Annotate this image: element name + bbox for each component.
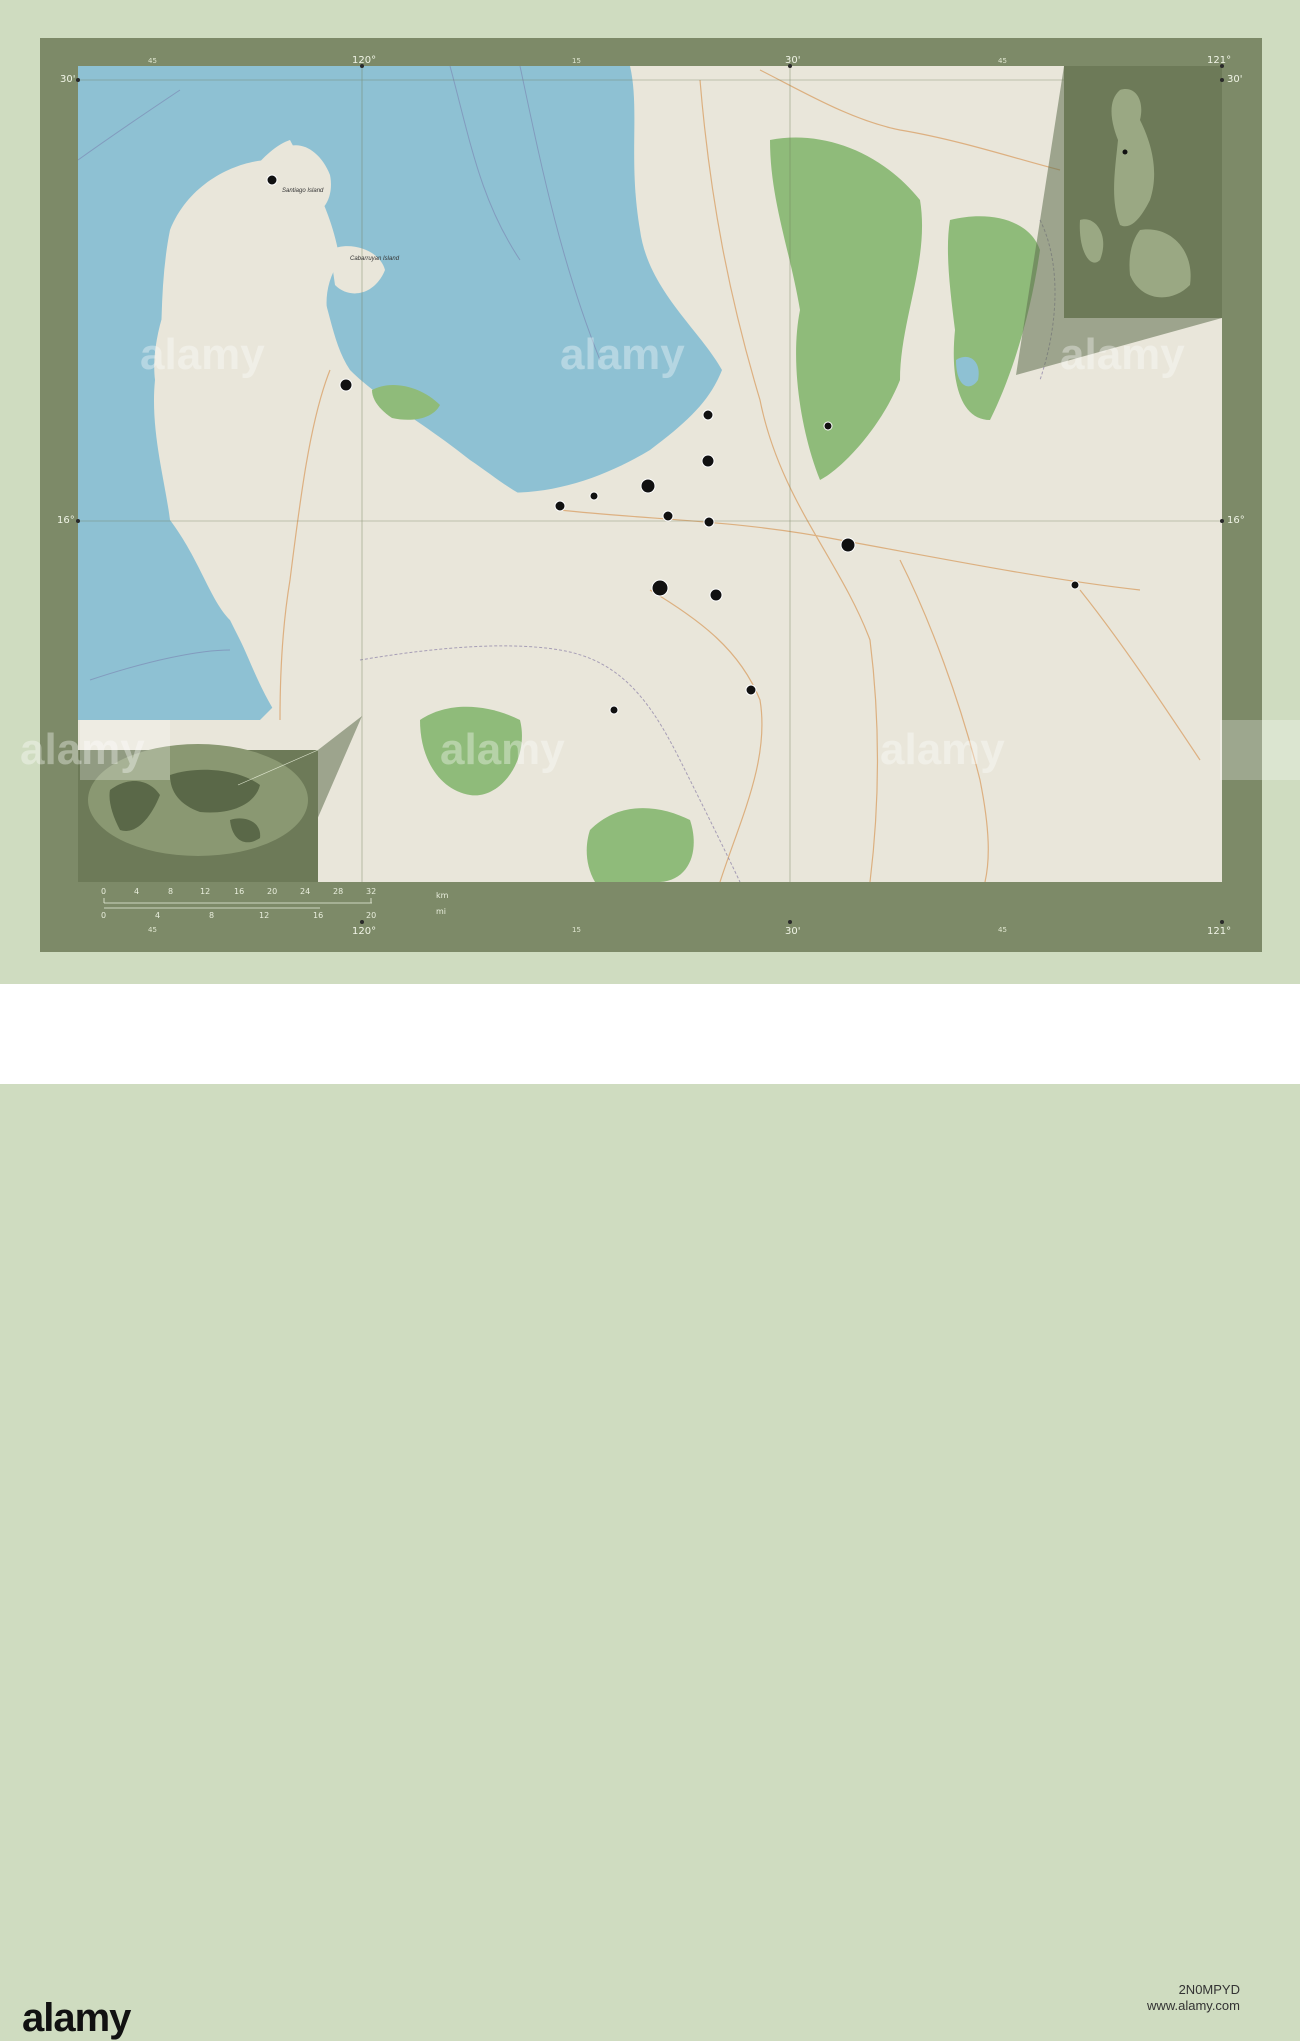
scale-mi-12: 12 xyxy=(259,911,270,920)
stock-footer: alamy 2N0MPYD www.alamy.com xyxy=(0,984,1300,2040)
map-canvas xyxy=(40,38,1300,952)
lon-minor-top-2: 15 xyxy=(572,57,581,65)
lon-label-bottom-121: 121° xyxy=(1207,926,1232,937)
lon-minor-bottom-1: 45 xyxy=(148,926,157,934)
lat-label-right-16: 16° xyxy=(1227,515,1245,526)
city-marker xyxy=(709,588,723,602)
scale-mi-0: 0 xyxy=(101,911,107,920)
city-marker xyxy=(640,478,656,494)
lon-minor-bottom-2: 15 xyxy=(572,926,581,934)
scale-mi-8: 8 xyxy=(209,911,215,920)
image-id-block: 2N0MPYD www.alamy.com xyxy=(1147,1982,1240,2014)
lon-label-top-30: 30' xyxy=(785,55,801,66)
city-marker xyxy=(703,516,715,528)
place-label-santiago: Santiago Island xyxy=(282,188,324,194)
lon-minor-bottom-3: 45 xyxy=(998,926,1007,934)
scale-mi-20: 20 xyxy=(366,911,377,920)
watermark-text-2: alamy xyxy=(560,330,685,379)
alamy-logo[interactable]: alamy xyxy=(22,1996,131,2041)
scale-km-20: 20 xyxy=(267,887,278,896)
city-marker xyxy=(554,500,566,512)
scale-km-0: 0 xyxy=(101,887,107,896)
scale-km-12: 12 xyxy=(200,887,211,896)
city-marker xyxy=(840,537,856,553)
site-url[interactable]: www.alamy.com xyxy=(1147,1998,1240,2013)
lon-label-bottom-30: 30' xyxy=(785,926,801,937)
watermark-text-3: alamy xyxy=(1060,330,1185,379)
lat-label-left-30: 30' xyxy=(60,74,76,85)
watermark-text-6: alamy xyxy=(880,725,1005,774)
lon-minor-top-1: 45 xyxy=(148,57,157,65)
city-marker xyxy=(702,409,714,421)
city-marker xyxy=(651,579,669,597)
scale-mi-16: 16 xyxy=(313,911,324,920)
watermark-text-4: alamy xyxy=(20,725,145,774)
city-marker xyxy=(1070,580,1080,590)
city-marker xyxy=(339,378,353,392)
lon-label-top-120: 120° xyxy=(352,55,377,66)
scale-km-24: 24 xyxy=(300,887,311,896)
city-marker xyxy=(662,510,674,522)
scale-km-8: 8 xyxy=(168,887,174,896)
scale-km-28: 28 xyxy=(333,887,344,896)
lat-label-right-30: 30' xyxy=(1227,74,1243,85)
image-id: 2N0MPYD xyxy=(1178,1982,1240,1997)
scale-mi-4: 4 xyxy=(155,911,161,920)
city-marker xyxy=(266,174,278,186)
city-marker xyxy=(823,421,833,431)
city-marker xyxy=(589,491,599,501)
scale-km-unit: km xyxy=(436,891,449,900)
scale-km-16: 16 xyxy=(234,887,245,896)
stock-image-page: 120° 30' 121° 45 15 45 120° 30' 121° 45 … xyxy=(0,0,1300,2040)
scale-km-4: 4 xyxy=(134,887,140,896)
lon-label-bottom-120: 120° xyxy=(352,926,377,937)
lon-label-top-121: 121° xyxy=(1207,55,1232,66)
watermark-text-1: alamy xyxy=(140,330,265,379)
scale-km-32: 32 xyxy=(366,887,377,896)
bottom-strip xyxy=(78,882,1222,922)
city-marker xyxy=(701,454,715,468)
locator-dot xyxy=(1122,149,1128,155)
city-marker xyxy=(609,705,619,715)
scale-mi-unit: mi xyxy=(436,907,447,916)
city-marker xyxy=(745,684,757,696)
lon-minor-top-3: 45 xyxy=(998,57,1007,65)
place-label-cabarruyan: Cabarruyan Island xyxy=(350,256,400,262)
lat-label-left-16: 16° xyxy=(57,515,75,526)
watermark-text-5: alamy xyxy=(440,725,565,774)
